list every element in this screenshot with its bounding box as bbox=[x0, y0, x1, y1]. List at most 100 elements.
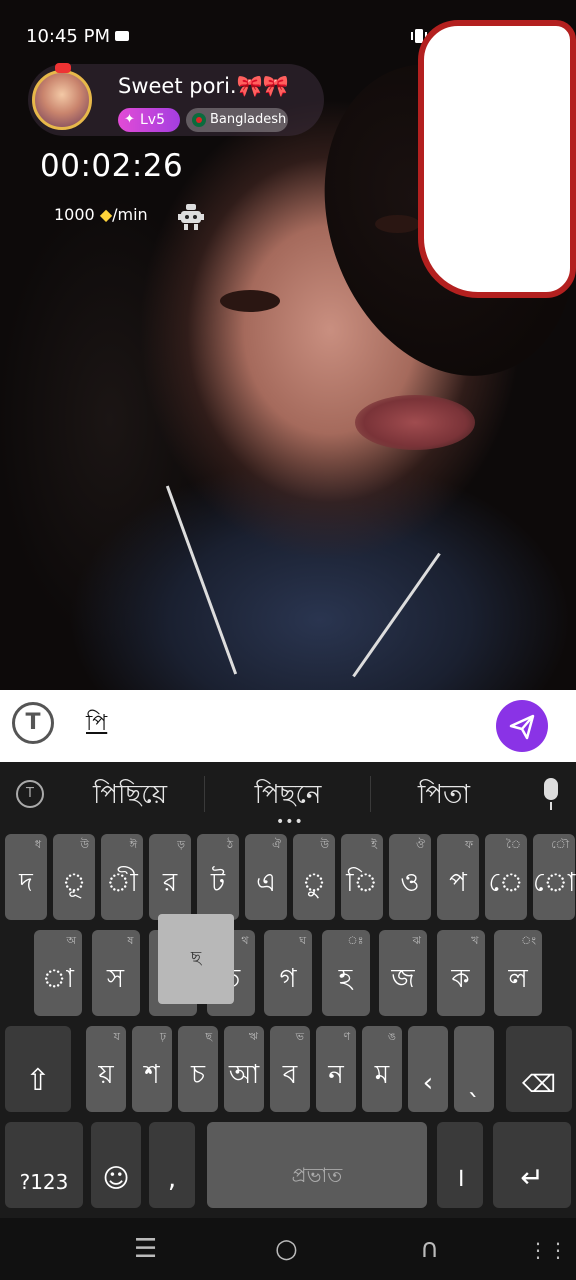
emoji-key[interactable]: ☺ bbox=[91, 1122, 141, 1208]
key-2-row3[interactable]: ছচ bbox=[178, 1026, 218, 1112]
key-hint: খ bbox=[471, 934, 479, 947]
status-time: 10:45 PM bbox=[26, 26, 110, 47]
rate-unit: /min bbox=[112, 205, 148, 224]
key-hint: ষ bbox=[127, 934, 134, 947]
country-badge: Bangladesh bbox=[186, 108, 288, 132]
key-label: ো bbox=[533, 868, 576, 898]
key-7-row3[interactable]: ‹ bbox=[408, 1026, 448, 1112]
key-6-row2[interactable]: ঝজ bbox=[379, 930, 427, 1016]
key-7-row1[interactable]: ইি bbox=[341, 834, 383, 920]
send-button[interactable] bbox=[496, 700, 548, 752]
key-1-row2[interactable]: ষস bbox=[91, 930, 140, 1016]
key-label: চ bbox=[190, 1060, 206, 1090]
key-label: ক bbox=[451, 964, 470, 994]
key-8-row2[interactable]: ং ল bbox=[494, 930, 542, 1016]
key-hint: ঢ় bbox=[160, 1030, 166, 1043]
caller-name: Sweet pori.🎀🎀 bbox=[118, 74, 289, 98]
suggestion-3[interactable]: পিতা bbox=[384, 774, 504, 818]
key-5-row3[interactable]: ণন bbox=[316, 1026, 356, 1112]
key-label: ূ bbox=[61, 868, 87, 898]
key-label: ট bbox=[210, 868, 226, 898]
shift-key[interactable]: ⇧ bbox=[5, 1026, 71, 1112]
key-hint: ৈ bbox=[506, 838, 521, 851]
avatar[interactable] bbox=[32, 63, 92, 130]
key-label: ন bbox=[328, 1060, 344, 1090]
key-hint: ণ bbox=[343, 1030, 350, 1043]
key-label: ↵ bbox=[520, 1161, 544, 1194]
key-label: য় bbox=[98, 1060, 114, 1090]
divider bbox=[370, 776, 371, 812]
space-key[interactable]: প্রভাত bbox=[207, 1122, 427, 1208]
robot-icon[interactable] bbox=[178, 203, 204, 231]
call-timer: 00:02:26 bbox=[40, 148, 184, 184]
key-4-row1[interactable]: ঠট bbox=[197, 834, 239, 920]
keyboard-icon[interactable]: ⋮⋮⋮ bbox=[528, 1238, 576, 1262]
key-4-row2[interactable]: ঘগ bbox=[264, 930, 312, 1016]
suggestion-1[interactable]: পিছিয়ে bbox=[70, 774, 190, 818]
key-label: র bbox=[162, 868, 178, 898]
key-6-row3[interactable]: ঙম bbox=[362, 1026, 402, 1112]
message-input[interactable]: পি bbox=[86, 706, 476, 742]
key-3-row3[interactable]: ঋআ bbox=[224, 1026, 264, 1112]
keyboard: T পিছিয়ে পিছনে পিতা ••• ধ দ উূ ঈী ড় র ঠ ট ঐ এ উু… bbox=[0, 762, 576, 1218]
earphone-cable bbox=[165, 485, 238, 675]
key-hint: ঔ bbox=[415, 838, 425, 851]
key-5-row1[interactable]: ঐএ bbox=[245, 834, 287, 920]
key-hint: ই bbox=[371, 838, 377, 851]
key-label: ল bbox=[508, 964, 528, 994]
key-2-row1[interactable]: ঈী bbox=[101, 834, 143, 920]
key-11-row1[interactable]: ৌো bbox=[533, 834, 575, 920]
key-label: ু bbox=[301, 868, 327, 898]
key-8-row3[interactable]: ˎ bbox=[454, 1026, 494, 1112]
suggestion-2[interactable]: পিছনে bbox=[228, 774, 348, 818]
key-7-row2[interactable]: খক bbox=[436, 930, 485, 1016]
recents-icon[interactable]: ☰ bbox=[134, 1234, 157, 1264]
key-8-row1[interactable]: ঔও bbox=[389, 834, 431, 920]
key-5-row2[interactable]: ঃ হ bbox=[321, 930, 370, 1016]
symbols-key[interactable]: ?123 bbox=[5, 1122, 83, 1208]
mic-icon[interactable] bbox=[544, 778, 558, 810]
gem-icon: ◆ bbox=[99, 205, 113, 224]
video-eye-left bbox=[220, 290, 280, 312]
enter-key[interactable]: ↵ bbox=[493, 1122, 571, 1208]
key-0-row1[interactable]: ধদ bbox=[5, 834, 47, 920]
key-3-row1[interactable]: ড় র bbox=[149, 834, 191, 920]
key-4-row3[interactable]: ভব bbox=[270, 1026, 310, 1112]
redaction-scribble bbox=[418, 20, 576, 298]
home-icon[interactable]: ○ bbox=[275, 1234, 298, 1264]
key-hint: ঘ bbox=[299, 934, 306, 947]
earphone-cable-2 bbox=[352, 552, 441, 678]
key-0-row3[interactable]: য য় bbox=[86, 1026, 126, 1112]
key-hint: থ bbox=[241, 934, 249, 947]
country-label: Bangladesh bbox=[210, 112, 287, 127]
key-label: ী bbox=[106, 868, 138, 898]
key-label: স bbox=[106, 964, 125, 994]
key-10-row1[interactable]: ৈে bbox=[485, 834, 527, 920]
key-0-row2[interactable]: অা bbox=[34, 930, 82, 1016]
back-icon[interactable]: ∩ bbox=[420, 1234, 439, 1264]
message-composer: T পি bbox=[0, 690, 576, 762]
comma-key[interactable]: , bbox=[149, 1122, 195, 1208]
key-label: । bbox=[455, 1163, 465, 1193]
key-1-row1[interactable]: উূ bbox=[53, 834, 95, 920]
key-hint: ঃ bbox=[347, 934, 364, 947]
more-suggestions-icon[interactable]: ••• bbox=[276, 814, 304, 830]
key-6-row1[interactable]: উু bbox=[293, 834, 335, 920]
key-1-row3[interactable]: ঢ় শ bbox=[132, 1026, 172, 1112]
period-key[interactable]: । bbox=[437, 1122, 483, 1208]
suggestion-bar: T পিছিয়ে পিছনে পিতা ••• bbox=[0, 762, 576, 830]
translate-icon[interactable]: T bbox=[12, 702, 54, 744]
translate-toggle-icon[interactable]: T bbox=[16, 780, 44, 808]
camera-icon bbox=[115, 31, 129, 41]
caller-profile[interactable]: Sweet pori.🎀🎀 ✦ Lv5 Bangladesh bbox=[28, 63, 324, 136]
key-label: ‹ bbox=[422, 1068, 434, 1098]
video-lips bbox=[355, 395, 475, 450]
key-label: ে bbox=[488, 868, 524, 898]
key-label: ?123 bbox=[19, 1170, 69, 1194]
key-preview-popup: ছ bbox=[158, 914, 234, 1004]
backspace-key[interactable]: ⌫ bbox=[506, 1026, 572, 1112]
key-9-row1[interactable]: ফপ bbox=[437, 834, 479, 920]
key-hint: ধ bbox=[34, 838, 41, 851]
key-hint: ঐ bbox=[272, 838, 281, 851]
key-label: শ bbox=[144, 1060, 160, 1090]
